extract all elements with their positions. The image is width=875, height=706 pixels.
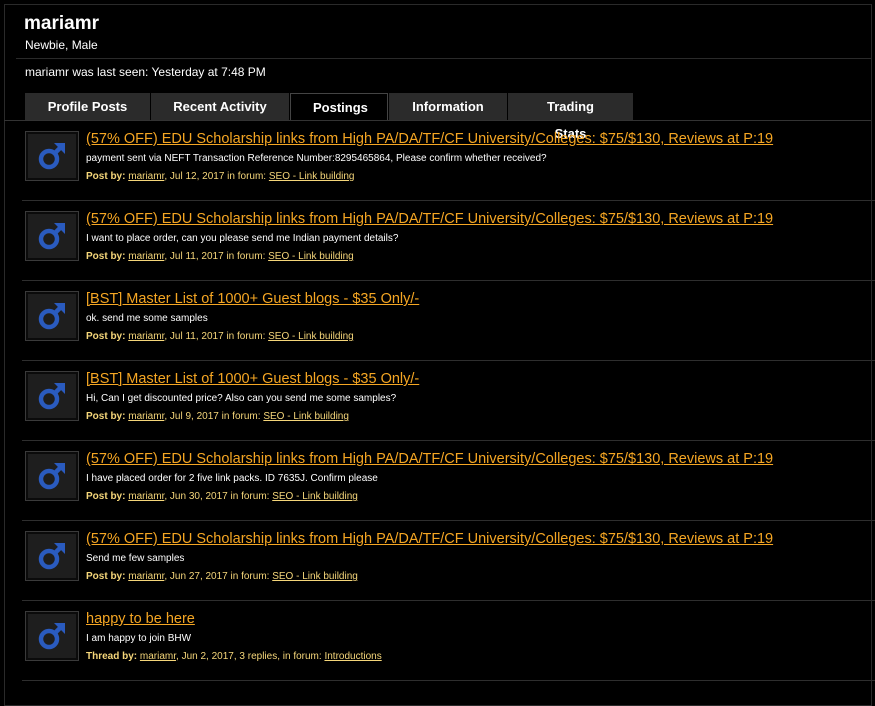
author-link[interactable]: mariamr xyxy=(128,491,164,502)
tab-recent-activity[interactable]: Recent Activity xyxy=(151,93,289,120)
list-item: [BST] Master List of 1000+ Guest blogs -… xyxy=(22,281,875,361)
list-item: (57% OFF) EDU Scholarship links from Hig… xyxy=(22,521,875,601)
post-excerpt: ok. send me some samples xyxy=(86,313,208,324)
post-meta: Post by: mariamr, Jul 11, 2017 in forum:… xyxy=(86,331,354,342)
author-link[interactable]: mariamr xyxy=(128,331,164,342)
post-title-link[interactable]: [BST] Master List of 1000+ Guest blogs -… xyxy=(86,371,419,387)
post-title-link[interactable]: happy to be here xyxy=(86,611,195,627)
post-date-info: , Jul 11, 2017 in forum: xyxy=(164,331,266,342)
post-excerpt: I have placed order for 2 five link pack… xyxy=(86,473,378,484)
post-meta-label: Thread by: xyxy=(86,651,138,662)
avatar[interactable] xyxy=(25,451,79,501)
author-link[interactable]: mariamr xyxy=(128,251,164,262)
post-title-link[interactable]: (57% OFF) EDU Scholarship links from Hig… xyxy=(86,211,773,227)
post-meta: Thread by: mariamr, Jun 2, 2017, 3 repli… xyxy=(86,651,382,662)
list-item: (57% OFF) EDU Scholarship links from Hig… xyxy=(22,121,875,201)
post-meta-label: Post by: xyxy=(86,491,126,502)
list-item: happy to be here I am happy to join BHW … xyxy=(22,601,875,681)
postings-list: (57% OFF) EDU Scholarship links from Hig… xyxy=(0,121,875,681)
post-date-info: , Jun 30, 2017 in forum: xyxy=(164,491,270,502)
post-date-info: , Jul 11, 2017 in forum: xyxy=(164,251,266,262)
avatar[interactable] xyxy=(25,131,79,181)
profile-tabs: Profile Posts Recent Activity Postings I… xyxy=(25,93,634,141)
list-item: [BST] Master List of 1000+ Guest blogs -… xyxy=(22,361,875,441)
post-meta: Post by: mariamr, Jul 12, 2017 in forum:… xyxy=(86,171,354,182)
post-title-link[interactable]: [BST] Master List of 1000+ Guest blogs -… xyxy=(86,291,419,307)
author-link[interactable]: mariamr xyxy=(128,171,164,182)
tab-trading-stats[interactable]: Trading Stats xyxy=(508,93,633,141)
post-meta-label: Post by: xyxy=(86,571,126,582)
post-title-link[interactable]: (57% OFF) EDU Scholarship links from Hig… xyxy=(86,451,773,467)
profile-user-title: Newbie, Male xyxy=(25,38,98,52)
forum-link[interactable]: SEO - Link building xyxy=(263,411,349,422)
forum-link[interactable]: SEO - Link building xyxy=(268,331,354,342)
male-symbol-icon xyxy=(28,374,76,418)
tab-information[interactable]: Information xyxy=(389,93,507,120)
post-meta: Post by: mariamr, Jun 27, 2017 in forum:… xyxy=(86,571,358,582)
last-seen-text: mariamr was last seen: Yesterday at 7:48… xyxy=(25,65,266,79)
list-item: (57% OFF) EDU Scholarship links from Hig… xyxy=(22,201,875,281)
avatar[interactable] xyxy=(25,211,79,261)
male-symbol-icon xyxy=(28,614,76,658)
tab-profile-posts[interactable]: Profile Posts xyxy=(25,93,150,120)
post-excerpt: I want to place order, can you please se… xyxy=(86,233,399,244)
author-link[interactable]: mariamr xyxy=(128,571,164,582)
list-item: (57% OFF) EDU Scholarship links from Hig… xyxy=(22,441,875,521)
post-meta-label: Post by: xyxy=(86,171,126,182)
post-title-link[interactable]: (57% OFF) EDU Scholarship links from Hig… xyxy=(86,131,773,147)
avatar[interactable] xyxy=(25,291,79,341)
male-symbol-icon xyxy=(28,454,76,498)
forum-link[interactable]: SEO - Link building xyxy=(268,251,354,262)
avatar[interactable] xyxy=(25,611,79,661)
post-date-info: , Jul 12, 2017 in forum: xyxy=(164,171,267,182)
post-excerpt: Send me few samples xyxy=(86,553,185,564)
male-symbol-icon xyxy=(28,214,76,258)
tab-postings[interactable]: Postings xyxy=(290,93,388,120)
male-symbol-icon xyxy=(28,534,76,578)
forum-link[interactable]: SEO - Link building xyxy=(272,571,358,582)
avatar[interactable] xyxy=(25,371,79,421)
male-symbol-icon xyxy=(28,134,76,178)
male-symbol-icon xyxy=(28,294,76,338)
author-link[interactable]: mariamr xyxy=(140,651,176,662)
post-title-link[interactable]: (57% OFF) EDU Scholarship links from Hig… xyxy=(86,531,773,547)
forum-link[interactable]: SEO - Link building xyxy=(272,491,358,502)
post-excerpt: I am happy to join BHW xyxy=(86,633,192,644)
post-meta-label: Post by: xyxy=(86,411,126,422)
post-meta-label: Post by: xyxy=(86,251,126,262)
post-date-info: , Jun 27, 2017 in forum: xyxy=(164,571,270,582)
forum-link[interactable]: Introductions xyxy=(324,651,381,662)
post-date-info: , Jun 2, 2017, 3 replies, in forum: xyxy=(176,651,322,662)
post-date-info: , Jul 9, 2017 in forum: xyxy=(164,411,261,422)
post-meta-label: Post by: xyxy=(86,331,126,342)
post-excerpt: Hi, Can I get discounted price? Also can… xyxy=(86,393,397,404)
forum-link[interactable]: SEO - Link building xyxy=(269,171,355,182)
author-link[interactable]: mariamr xyxy=(128,411,164,422)
post-meta: Post by: mariamr, Jul 9, 2017 in forum: … xyxy=(86,411,349,422)
profile-username: mariamr xyxy=(24,13,99,34)
post-excerpt: payment sent via NEFT Transaction Refere… xyxy=(86,153,547,164)
post-meta: Post by: mariamr, Jul 11, 2017 in forum:… xyxy=(86,251,354,262)
avatar[interactable] xyxy=(25,531,79,581)
post-meta: Post by: mariamr, Jun 30, 2017 in forum:… xyxy=(86,491,358,502)
divider xyxy=(16,58,871,59)
